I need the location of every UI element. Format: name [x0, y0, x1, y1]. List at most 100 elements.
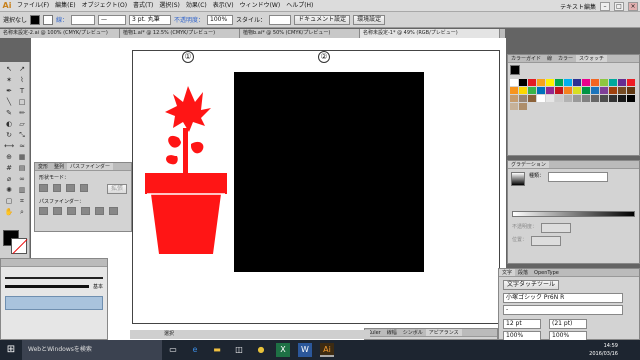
fill-swatch[interactable] — [30, 14, 41, 25]
warp-tool-icon[interactable]: ≈ — [16, 141, 28, 151]
merge-icon[interactable] — [67, 207, 76, 215]
swatch-cell-13[interactable] — [627, 79, 635, 86]
doc-tab-3[interactable]: 名称未設定-1* @ 49% (RGB/プレビュー) — [360, 29, 500, 38]
perspective-tool-icon[interactable]: ▦ — [16, 152, 28, 162]
menu-item-6[interactable]: 表示(V) — [210, 0, 237, 12]
crop-icon[interactable] — [81, 207, 90, 215]
style-select[interactable] — [269, 14, 292, 25]
panel-tab-3[interactable]: アピアランス — [425, 329, 462, 336]
swatch-cell-7[interactable] — [573, 79, 581, 86]
taskbar-search-box[interactable]: WebとWindowsを検索 — [22, 340, 162, 360]
menu-item-8[interactable]: ヘルプ(H) — [283, 0, 316, 12]
gradient-tool-icon[interactable]: ▤ — [16, 163, 28, 173]
swatch-cell-35[interactable] — [573, 95, 581, 102]
gradient-type-select[interactable] — [548, 172, 609, 182]
touch-type-tool-button[interactable]: 文字タッチツール — [503, 280, 560, 290]
panel-tab-1[interactable]: 整列 — [51, 163, 67, 170]
unite-icon[interactable] — [39, 184, 48, 192]
gradient-opacity-input[interactable] — [541, 223, 572, 233]
document-settings-button[interactable]: ドキュメント設定 — [294, 14, 351, 25]
swatch-cell-27[interactable] — [627, 87, 635, 94]
swatch-cell-26[interactable] — [618, 87, 626, 94]
minus-front-icon[interactable] — [52, 184, 61, 192]
menu-item-5[interactable]: 効果(C) — [183, 0, 210, 12]
leading-input[interactable]: (21 pt) — [549, 319, 587, 329]
swatch-cell-24[interactable] — [600, 87, 608, 94]
task-view-icon[interactable]: ▭ — [166, 343, 180, 357]
shape-builder-tool-icon[interactable]: ⊕ — [3, 152, 15, 162]
close-button[interactable]: × — [628, 1, 638, 11]
swatch-cell-10[interactable] — [600, 79, 608, 86]
exclude-icon[interactable] — [79, 184, 88, 192]
plant-illustration[interactable] — [145, 84, 227, 254]
swatch-cell-28[interactable] — [510, 95, 518, 102]
line-tool-icon[interactable]: ╲ — [3, 97, 15, 107]
swatch-cell-19[interactable] — [555, 87, 563, 94]
panel-tab-2[interactable]: OpenType — [531, 269, 562, 276]
type-tool-icon[interactable]: T — [16, 86, 28, 96]
panel-tab-0[interactable]: グラデーション — [508, 161, 549, 168]
taskbar-clock[interactable]: 14:59 2016/03/16 — [589, 342, 618, 358]
intersect-icon[interactable] — [66, 184, 75, 192]
file-explorer-icon[interactable]: ▬ — [210, 343, 224, 357]
swatch-cell-0[interactable] — [510, 79, 518, 86]
swatch-cell-37[interactable] — [591, 95, 599, 102]
paintbrush-tool-icon[interactable]: ✎ — [3, 108, 15, 118]
menu-item-7[interactable]: ウィンドウ(W) — [237, 0, 284, 12]
rotate-tool-icon[interactable]: ↻ — [3, 130, 15, 140]
swatch-cell-9[interactable] — [591, 79, 599, 86]
width-tool-icon[interactable]: ⟷ — [3, 141, 15, 151]
opacity-input[interactable]: 100% — [207, 14, 234, 25]
swatch-cell-39[interactable] — [609, 95, 617, 102]
menu-item-3[interactable]: 書式(T) — [130, 0, 156, 12]
selection-tool-icon[interactable]: ↖ — [3, 64, 15, 74]
swatch-cell-17[interactable] — [537, 87, 545, 94]
minus-back-icon[interactable] — [109, 207, 118, 215]
menu-item-4[interactable]: 選択(S) — [156, 0, 183, 12]
doc-tab-1[interactable]: 植物1.ai* @ 12.5% (CMYK/プレビュー) — [120, 29, 240, 38]
panel-tab-1[interactable]: 線幅 — [384, 329, 400, 336]
outline-icon[interactable] — [95, 207, 104, 215]
swatch-cell-43[interactable] — [519, 103, 527, 110]
pen-tool-icon[interactable]: ✒ — [3, 86, 15, 96]
swatch-cell-23[interactable] — [591, 87, 599, 94]
panel-tab-2[interactable]: カラー — [555, 55, 576, 62]
artboard-tool-icon[interactable]: ▢ — [3, 196, 15, 206]
swatch-cell-3[interactable] — [537, 79, 545, 86]
swatch-cell-11[interactable] — [609, 79, 617, 86]
swatch-cell-22[interactable] — [582, 87, 590, 94]
chrome-icon[interactable]: ● — [254, 343, 268, 357]
font-style-select[interactable]: - — [503, 305, 623, 315]
panel-tab-0[interactable]: 変形 — [35, 163, 51, 170]
excel-icon[interactable]: X — [276, 343, 290, 357]
swatch-cell-2[interactable] — [528, 79, 536, 86]
slice-tool-icon[interactable]: ⌗ — [16, 196, 28, 206]
expand-button[interactable]: 拡張 — [107, 184, 128, 194]
blend-tool-icon[interactable]: ∞ — [16, 174, 28, 184]
swatch-cell-38[interactable] — [600, 95, 608, 102]
swatch-cell-1[interactable] — [519, 79, 527, 86]
swatch-cell-34[interactable] — [564, 95, 572, 102]
brush-select[interactable]: 3 pt. 丸筆 — [129, 14, 172, 25]
gradient-location-input[interactable] — [531, 236, 562, 246]
swatch-cell-12[interactable] — [618, 79, 626, 86]
swatch-cell-30[interactable] — [528, 95, 536, 102]
store-icon[interactable]: ◫ — [232, 343, 246, 357]
variable-width-select[interactable]: — — [98, 14, 127, 25]
swatch-cell-16[interactable] — [528, 87, 536, 94]
graph-tool-icon[interactable]: ▥ — [16, 185, 28, 195]
swatch-cell-31[interactable] — [537, 95, 545, 102]
panel-tab-2[interactable]: シンボル — [400, 329, 426, 336]
swatch-cell-25[interactable] — [609, 87, 617, 94]
panel-tab-0[interactable]: 文字 — [499, 269, 516, 276]
swatch-cell-18[interactable] — [546, 87, 554, 94]
panel-tab-2[interactable]: パスファインダー — [67, 163, 114, 170]
swatch-cell-41[interactable] — [627, 95, 635, 102]
divide-icon[interactable] — [39, 207, 48, 215]
swatch-cell-5[interactable] — [555, 79, 563, 86]
hand-tool-icon[interactable]: ✋ — [3, 207, 15, 217]
swatch-cell-6[interactable] — [564, 79, 572, 86]
doc-tab-0[interactable]: 名称未設定-2.ai @ 100% (CMYK/プレビュー) — [0, 29, 120, 38]
stroke-swatch[interactable] — [43, 14, 54, 25]
symbol-sprayer-tool-icon[interactable]: ✺ — [3, 185, 15, 195]
